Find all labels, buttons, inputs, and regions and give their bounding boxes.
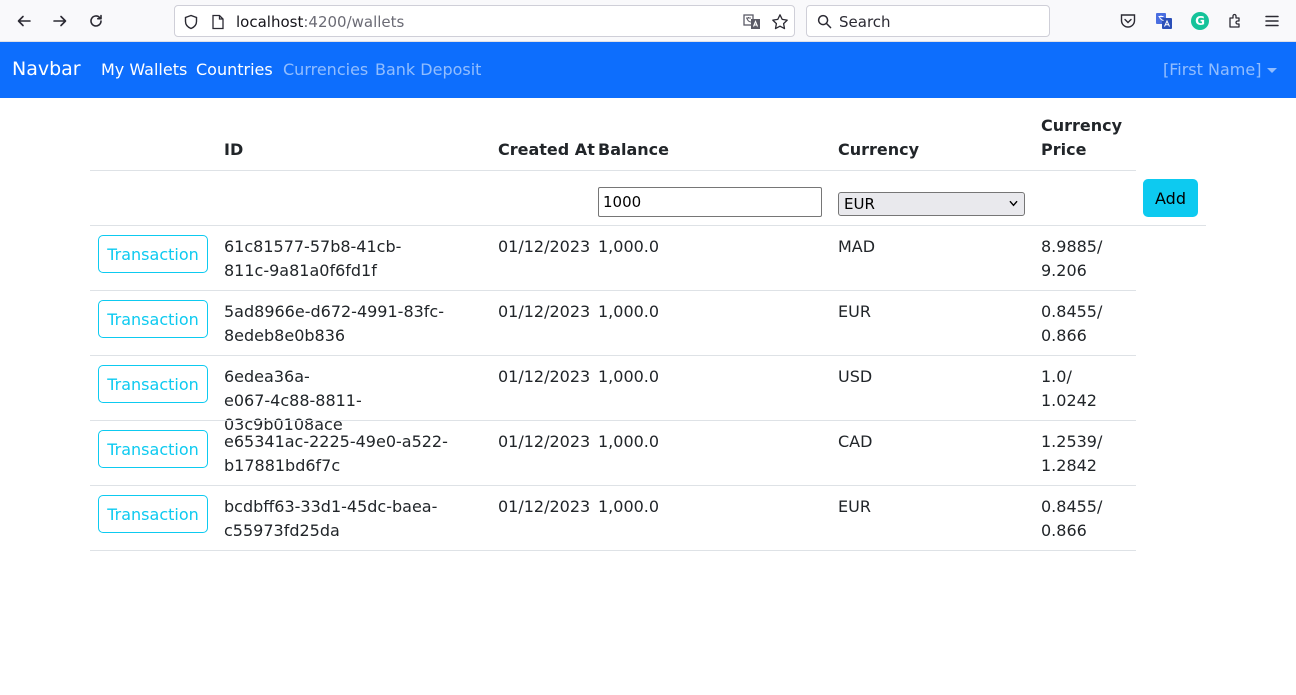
translate-icon[interactable]: [743, 13, 761, 31]
created-at: 01/12/2023: [498, 237, 591, 256]
nav-link-bank-deposit[interactable]: Bank Deposit: [375, 60, 481, 79]
wallet-id-line: 5ad8966e-d672-4991-83fc-: [224, 302, 444, 321]
currency: EUR: [838, 497, 871, 516]
divider: [90, 170, 1136, 171]
shield-icon[interactable]: [183, 14, 199, 30]
wallet-id: 61c81577-57b8-41cb- 811c-9a81a0f6fd1f: [224, 235, 464, 283]
menu-icon[interactable]: [1263, 12, 1281, 30]
page-icon: [212, 14, 224, 30]
wallet-id-line: 61c81577-57b8-41cb-: [224, 237, 402, 256]
balance: 1,000.0: [598, 497, 660, 516]
table-row: Transaction 6edea36a-e067-4c88-8811-03c9…: [0, 356, 1296, 434]
currency-price: 1.0/ 1.0242: [1041, 365, 1131, 413]
reload-icon[interactable]: [83, 8, 109, 34]
url-text[interactable]: localhost:4200/wallets: [236, 13, 404, 31]
currency: EUR: [838, 302, 871, 321]
header-line: Price: [1041, 140, 1087, 159]
grammarly-icon[interactable]: G: [1191, 12, 1209, 30]
created-at: 01/12/2023: [498, 432, 591, 451]
address-bar[interactable]: localhost:4200/wallets: [174, 5, 795, 37]
translate-extension-icon[interactable]: [1155, 12, 1173, 30]
column-header-id: ID: [224, 140, 244, 159]
price-line: 0.8455/: [1041, 497, 1103, 516]
table-row: Transaction 5ad8966e-d672-4991-83fc- 8ede…: [0, 291, 1296, 356]
price-line: 1.0/ 1.0242: [1041, 367, 1097, 410]
balance: 1,000.0: [598, 432, 660, 451]
currency-select[interactable]: EUR: [838, 192, 1025, 216]
price-line: 0.866: [1041, 326, 1087, 345]
column-header-balance: Balance: [598, 140, 669, 159]
wallet-id: e65341ac-2225-49e0-a522- b17881bd6f7c: [224, 430, 464, 478]
user-menu[interactable]: [First Name]: [1163, 60, 1261, 79]
transaction-button[interactable]: Transaction: [98, 495, 208, 533]
currency-price: 0.8455/0.866: [1041, 300, 1131, 348]
column-header-currency: Currency: [838, 140, 920, 159]
price-line: 0.866: [1041, 521, 1087, 540]
nav-link-currencies[interactable]: Currencies: [283, 60, 368, 79]
transaction-button[interactable]: Transaction: [98, 235, 208, 273]
nav-link-my-wallets[interactable]: My Wallets: [101, 60, 187, 79]
column-header-currency-price: Currency Price: [1041, 114, 1122, 162]
url-host: localhost: [236, 13, 304, 31]
pocket-icon[interactable]: [1119, 12, 1137, 30]
divider: [90, 550, 1136, 551]
wallet-id-line: c55973fd25da: [224, 521, 340, 540]
wallet-id: bcdbff63-33d1-45dc-baea-c55973fd25da: [224, 495, 464, 543]
wallet-id-line: 6edea36a-: [224, 367, 310, 386]
price-line: 8.9885/: [1041, 237, 1103, 256]
currency: CAD: [838, 432, 873, 451]
price-line: 1.2539/: [1041, 432, 1103, 451]
extensions-icon[interactable]: [1227, 12, 1245, 30]
created-at: 01/12/2023: [498, 302, 591, 321]
balance-input[interactable]: [598, 187, 822, 217]
back-icon[interactable]: [11, 8, 37, 34]
chevron-down-icon: [1009, 200, 1018, 207]
wallet-id-line: bcdbff63-33d1-45dc-baea-: [224, 497, 438, 516]
header-line: Currency: [1041, 116, 1123, 135]
currency-select-value: EUR: [844, 195, 875, 213]
navbar: Navbar My Wallets Countries Currencies B…: [0, 42, 1296, 98]
table-row: Transaction e65341ac-2225-49e0-a522- b178…: [0, 421, 1296, 486]
wallet-id-line: e65341ac-2225-49e0-a522-: [224, 432, 448, 451]
currency-price: 1.2539/1.2842: [1041, 430, 1131, 478]
nav-link-countries[interactable]: Countries: [196, 60, 273, 79]
currency-price: 8.9885/9.206: [1041, 235, 1131, 283]
balance: 1,000.0: [598, 237, 660, 256]
table-row: Transaction bcdbff63-33d1-45dc-baea-c559…: [0, 486, 1296, 551]
created-at: 01/12/2023: [498, 497, 591, 516]
balance: 1,000.0: [598, 302, 660, 321]
search-icon: [817, 14, 832, 29]
price-line: 0.8455/: [1041, 302, 1103, 321]
wallet-id-line: b17881bd6f7c: [224, 456, 341, 475]
balance: 1,000.0: [598, 367, 660, 386]
wallet-id: 5ad8966e-d672-4991-83fc- 8edeb8e0b836: [224, 300, 464, 348]
currency-price: 0.8455/0.866: [1041, 495, 1131, 543]
column-header-created-at: Created At: [498, 140, 595, 159]
chevron-down-icon[interactable]: [1267, 68, 1277, 73]
browser-toolbar: localhost:4200/wallets Search G: [0, 0, 1296, 42]
transaction-button[interactable]: Transaction: [98, 365, 208, 403]
price-line: 9.206: [1041, 261, 1087, 280]
wallet-id-line: 8edeb8e0b836: [224, 326, 346, 345]
forward-icon[interactable]: [47, 8, 73, 34]
search-input[interactable]: Search: [806, 5, 1050, 37]
transaction-button[interactable]: Transaction: [98, 300, 208, 338]
search-placeholder: Search: [839, 13, 891, 31]
created-at: 01/12/2023: [498, 367, 591, 386]
navbar-brand[interactable]: Navbar: [12, 58, 81, 80]
price-line: 1.2842: [1041, 456, 1097, 475]
currency: MAD: [838, 237, 876, 256]
table-row: Transaction 61c81577-57b8-41cb- 811c-9a81…: [0, 226, 1296, 291]
wallet-id-line: 811c-9a81a0f6fd1f: [224, 261, 377, 280]
star-icon[interactable]: [771, 13, 789, 31]
url-path: :4200/wallets: [303, 13, 405, 31]
transaction-button[interactable]: Transaction: [98, 430, 208, 468]
add-button[interactable]: Add: [1143, 179, 1198, 217]
currency: USD: [838, 367, 873, 386]
